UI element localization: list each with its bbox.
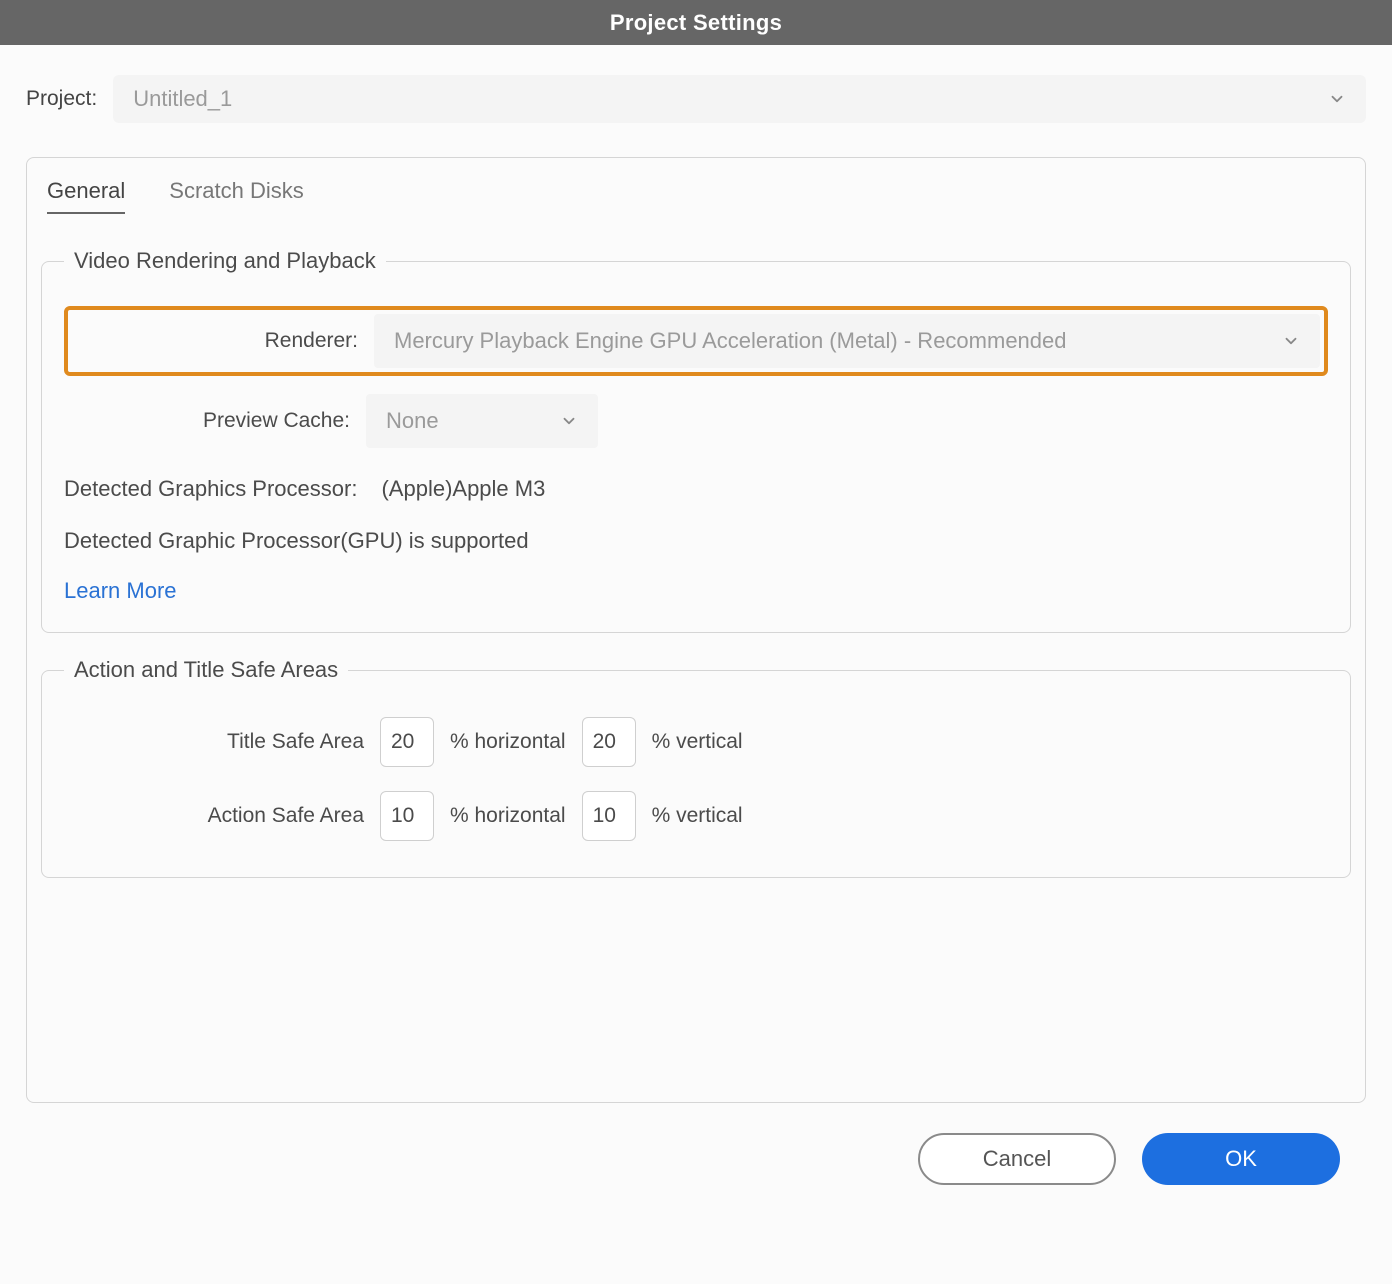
tab-bar: General Scratch Disks — [27, 158, 1365, 224]
project-select-value: Untitled_1 — [133, 86, 232, 112]
preview-cache-value: None — [386, 408, 439, 434]
renderer-select[interactable]: Mercury Playback Engine GPU Acceleration… — [374, 314, 1320, 368]
safe-areas-legend: Action and Title Safe Areas — [64, 657, 348, 683]
video-rendering-group: Video Rendering and Playback Renderer: M… — [41, 248, 1351, 633]
tab-scratch-disks[interactable]: Scratch Disks — [169, 178, 303, 214]
safe-areas-group: Action and Title Safe Areas Title Safe A… — [41, 657, 1351, 878]
project-row: Project: Untitled_1 — [26, 75, 1366, 123]
preview-cache-row: Preview Cache: None — [64, 394, 1328, 448]
renderer-label: Renderer: — [72, 329, 374, 353]
action-safe-label: Action Safe Area — [64, 804, 364, 828]
settings-panel: General Scratch Disks Video Rendering an… — [26, 157, 1366, 1103]
detected-gpu-label: Detected Graphics Processor: — [64, 476, 357, 502]
pct-horizontal-label: % horizontal — [450, 730, 566, 754]
cancel-button[interactable]: Cancel — [918, 1133, 1116, 1185]
detected-gpu-value: (Apple)Apple M3 — [381, 476, 545, 502]
panel-spacer — [27, 902, 1365, 1102]
pct-vertical-label: % vertical — [652, 730, 743, 754]
content-area: Project: Untitled_1 General Scratch Disk… — [0, 45, 1392, 1205]
pct-horizontal-label: % horizontal — [450, 804, 566, 828]
pct-vertical-label: % vertical — [652, 804, 743, 828]
project-label: Project: — [26, 87, 97, 111]
tab-general[interactable]: General — [47, 178, 125, 214]
learn-more-link[interactable]: Learn More — [64, 578, 177, 604]
chevron-down-icon — [560, 412, 578, 430]
dialog-footer: Cancel OK — [26, 1103, 1366, 1185]
renderer-row-highlight: Renderer: Mercury Playback Engine GPU Ac… — [64, 306, 1328, 376]
action-safe-row: Action Safe Area % horizontal % vertical — [64, 791, 1328, 841]
renderer-select-value: Mercury Playback Engine GPU Acceleration… — [394, 328, 1067, 354]
action-safe-vertical-input[interactable] — [582, 791, 636, 841]
gpu-support-status: Detected Graphic Processor(GPU) is suppo… — [64, 528, 1328, 554]
title-safe-label: Title Safe Area — [64, 730, 364, 754]
title-safe-vertical-input[interactable] — [582, 717, 636, 767]
action-safe-horizontal-input[interactable] — [380, 791, 434, 841]
title-safe-horizontal-input[interactable] — [380, 717, 434, 767]
window-title: Project Settings — [610, 10, 782, 36]
preview-cache-label: Preview Cache: — [64, 409, 366, 433]
project-select[interactable]: Untitled_1 — [113, 75, 1366, 123]
titlebar: Project Settings — [0, 0, 1392, 45]
ok-button[interactable]: OK — [1142, 1133, 1340, 1185]
title-safe-row: Title Safe Area % horizontal % vertical — [64, 717, 1328, 767]
chevron-down-icon — [1328, 90, 1346, 108]
detected-gpu-row: Detected Graphics Processor: (Apple)Appl… — [64, 476, 1328, 502]
chevron-down-icon — [1282, 332, 1300, 350]
video-rendering-legend: Video Rendering and Playback — [64, 248, 386, 274]
preview-cache-select[interactable]: None — [366, 394, 598, 448]
